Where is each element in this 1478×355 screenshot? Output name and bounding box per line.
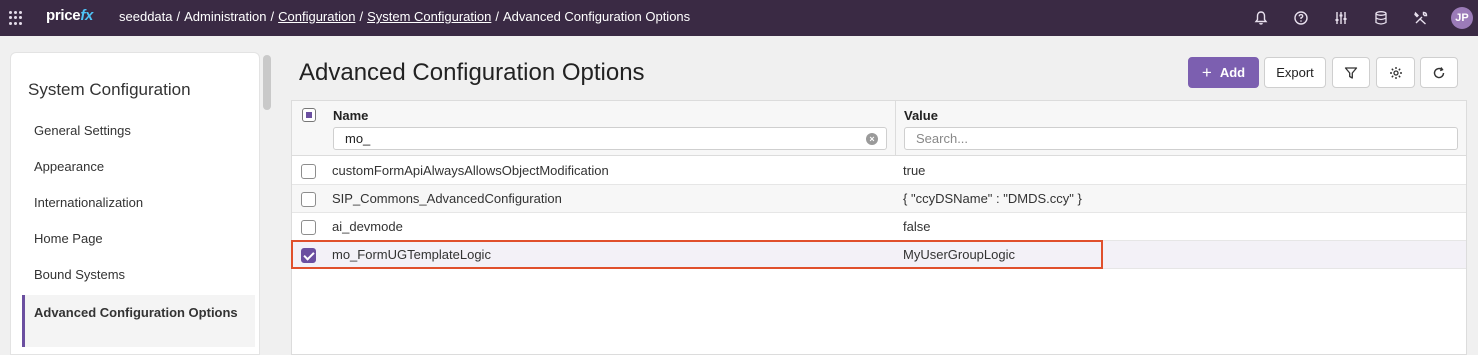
cell-value: true: [903, 163, 926, 178]
database-icon[interactable]: [1373, 10, 1389, 26]
row-checkbox[interactable]: [301, 164, 316, 179]
sidebar-item-advanced-configuration-options[interactable]: Advanced Configuration Options: [22, 295, 255, 347]
cell-name: ai_devmode: [332, 219, 403, 234]
clear-filter-icon[interactable]: ×: [866, 133, 878, 145]
sidebar-item-home-page[interactable]: Home Page: [34, 231, 103, 246]
select-all-checkbox[interactable]: [302, 108, 316, 122]
bell-icon[interactable]: [1253, 10, 1269, 26]
cell-value: MyUserGroupLogic: [903, 247, 1015, 262]
value-filter-input[interactable]: [904, 127, 1458, 150]
breadcrumb-item-seeddata: seeddata: [119, 9, 173, 24]
column-divider[interactable]: [895, 101, 896, 156]
add-button[interactable]: + Add: [1188, 57, 1259, 88]
plus-icon: +: [1201, 63, 1212, 82]
top-bar: pricefx seeddata / Administration / Configur…: [0, 0, 1478, 36]
sidebar: System Configuration General Settings Ap…: [10, 52, 260, 355]
export-button-label: Export: [1276, 65, 1314, 80]
name-filter-input[interactable]: [333, 127, 887, 150]
breadcrumb-current-page: Advanced Configuration Options: [502, 9, 691, 24]
row-checkbox-checked[interactable]: [301, 248, 316, 263]
breadcrumb-item-administration: Administration: [184, 9, 267, 24]
row-checkbox[interactable]: [301, 220, 316, 235]
breadcrumb: seeddata / Administration / Configuration / Sy…: [119, 9, 690, 24]
sidebar-item-appearance[interactable]: Appearance: [34, 159, 104, 174]
table-row[interactable]: ai_devmode false: [292, 213, 1466, 241]
cell-value: false: [903, 219, 931, 234]
pricefx-logo[interactable]: pricefx: [46, 7, 93, 24]
user-avatar[interactable]: JP: [1451, 7, 1473, 29]
breadcrumb-separator: /: [270, 9, 275, 24]
sliders-icon[interactable]: [1333, 10, 1349, 26]
filter-icon: [1344, 66, 1358, 79]
add-button-label: Add: [1219, 65, 1246, 80]
topbar-actions: JP: [1229, 0, 1478, 36]
cell-value: { "ccyDSName" : "DMDS.ccy" }: [903, 191, 1082, 206]
table-row[interactable]: SIP_Commons_AdvancedConfiguration { "ccy…: [292, 185, 1466, 213]
breadcrumb-link-configuration[interactable]: Configuration: [278, 9, 355, 24]
export-button[interactable]: Export: [1264, 57, 1326, 88]
table-row-selected[interactable]: mo_FormUGTemplateLogic MyUserGroupLogic: [292, 241, 1466, 269]
sidebar-item-label: Advanced Configuration Options: [34, 305, 238, 320]
cell-name: SIP_Commons_AdvancedConfiguration: [332, 191, 562, 206]
help-icon[interactable]: [1293, 10, 1309, 26]
refresh-button[interactable]: [1420, 57, 1458, 88]
breadcrumb-link-system-configuration[interactable]: System Configuration: [367, 9, 491, 24]
cell-name: customFormApiAlwaysAllowsObjectModificat…: [332, 163, 609, 178]
column-header-value[interactable]: Value: [904, 108, 938, 123]
page-title: Advanced Configuration Options: [299, 59, 645, 86]
table-header: Name Value ×: [292, 101, 1466, 156]
config-table: Name Value × customFormApiAlwaysAllowsOb…: [291, 100, 1467, 355]
breadcrumb-separator: /: [495, 9, 499, 24]
gear-icon: [1389, 66, 1402, 79]
breadcrumb-separator: /: [359, 9, 364, 24]
sidebar-scrollbar[interactable]: [263, 55, 271, 110]
table-row[interactable]: customFormApiAlwaysAllowsObjectModificat…: [292, 157, 1466, 185]
settings-button[interactable]: [1376, 57, 1415, 88]
sidebar-title: System Configuration: [28, 80, 191, 99]
filter-button[interactable]: [1332, 57, 1370, 88]
app-grid-icon[interactable]: [9, 11, 23, 25]
cell-name: mo_FormUGTemplateLogic: [332, 247, 491, 262]
sidebar-item-bound-systems[interactable]: Bound Systems: [34, 267, 125, 282]
sidebar-item-general-settings[interactable]: General Settings: [34, 123, 131, 138]
column-header-name[interactable]: Name: [333, 108, 368, 123]
tools-icon[interactable]: [1413, 10, 1429, 26]
breadcrumb-separator: /: [176, 9, 181, 24]
sidebar-item-internationalization[interactable]: Internationalization: [34, 195, 143, 210]
refresh-icon: [1433, 66, 1445, 78]
row-checkbox[interactable]: [301, 192, 316, 207]
